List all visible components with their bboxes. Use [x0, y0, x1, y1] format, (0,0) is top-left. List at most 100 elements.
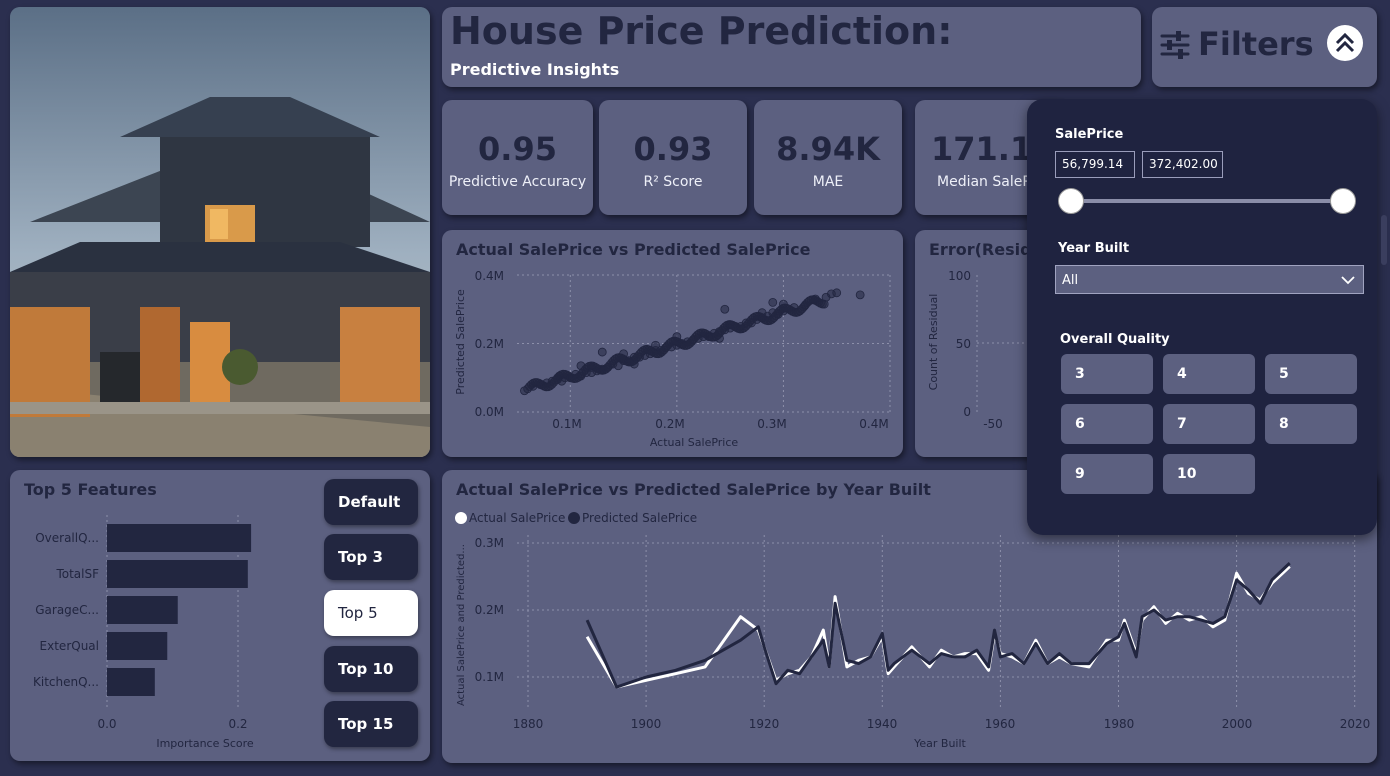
scatter-chart-card: Actual SalePrice vs Predicted SalePrice …	[442, 230, 903, 457]
year-built-dropdown-value: All	[1062, 273, 1079, 288]
scatter-ytick: 0.4M	[475, 269, 504, 283]
overall-quality-filter-label: Overall Quality	[1060, 332, 1170, 347]
feature-label: GarageC...	[35, 603, 99, 617]
sliders-icon	[1160, 31, 1190, 59]
feature-label: ExterQual	[40, 639, 99, 653]
chevron-double-up-icon	[1335, 32, 1355, 53]
scatter-point	[855, 290, 865, 300]
scatter-point	[832, 288, 842, 298]
line-xtick: 2020	[1340, 717, 1371, 731]
kpi-label: Predictive Accuracy	[448, 174, 587, 190]
kpi-label: R² Score	[643, 174, 703, 190]
house-photo	[10, 7, 430, 457]
legend-actual-marker	[455, 512, 467, 524]
feature-bar	[107, 560, 248, 588]
actual-saleprice-line	[585, 565, 1291, 689]
top-15-button[interactable]: Top 15	[324, 701, 418, 747]
house-illustration	[10, 7, 430, 457]
quality-option-7[interactable]: 7	[1163, 404, 1255, 444]
quality-option-10[interactable]: 10	[1163, 454, 1255, 494]
kpi-card-mae: 8.94K MAE	[754, 100, 902, 215]
scatter-point	[768, 298, 778, 307]
quality-option-5[interactable]: 5	[1265, 354, 1357, 394]
saleprice-slider-max-handle[interactable]	[1330, 188, 1356, 214]
kpi-value: 0.95	[478, 130, 557, 168]
bar-xtick: 0.0	[97, 717, 116, 731]
line-xtick: 1880	[513, 717, 544, 731]
default-features-button[interactable]: Default	[324, 479, 418, 525]
scatter-xtick: 0.3M	[757, 417, 786, 431]
line-ytick: 0.1M	[475, 670, 504, 684]
saleprice-max-input[interactable]: 372,402.00	[1142, 151, 1223, 178]
residual-ytick: 100	[948, 269, 971, 283]
bar-xlabel: Importance Score	[156, 737, 254, 750]
bar-xtick: 0.2	[228, 717, 247, 731]
line-ytick: 0.2M	[475, 603, 504, 617]
feature-bar	[107, 524, 252, 552]
scatter-chart: 0.0M 0.2M 0.4M 0.1M 0.2M 0.3M 0.4M Actua…	[454, 269, 891, 449]
chevron-down-icon	[1341, 276, 1355, 285]
page-title: House Price Prediction:	[450, 9, 953, 53]
kpi-card-accuracy: 0.95 Predictive Accuracy	[442, 100, 593, 215]
filter-panel: SalePrice 56,799.14 372,402.00 Year Buil…	[1027, 99, 1377, 535]
line-xlabel: Year Built	[913, 737, 966, 750]
line-xtick: 1940	[867, 717, 898, 731]
quality-option-9[interactable]: 9	[1061, 454, 1153, 494]
kpi-label: MAE	[812, 174, 844, 190]
scatter-xtick: 0.1M	[552, 417, 581, 431]
header-card: House Price Prediction: Predictive Insig…	[442, 7, 1141, 87]
year-built-filter-label: Year Built	[1058, 241, 1130, 256]
feature-label: OverallQ...	[35, 531, 99, 545]
feature-label: TotalSF	[55, 567, 99, 581]
kpi-card-r2: 0.93 R² Score	[599, 100, 747, 215]
residual-xtick: -50	[983, 417, 1003, 431]
line-xtick: 1960	[985, 717, 1016, 731]
line-xtick: 1920	[749, 717, 780, 731]
line-ytick: 0.3M	[475, 536, 504, 550]
residual-ytick: 0	[963, 405, 971, 419]
filters-label: Filters	[1198, 25, 1314, 63]
quality-option-4[interactable]: 4	[1163, 354, 1255, 394]
saleprice-slider-track[interactable]	[1072, 199, 1344, 203]
feature-label: KitchenQ...	[33, 675, 99, 689]
feature-bar	[107, 632, 168, 660]
scatter-point	[720, 304, 730, 314]
legend-predicted-marker	[568, 512, 580, 524]
scatter-ylabel: Predicted SalePrice	[454, 289, 467, 395]
line-xtick: 2000	[1222, 717, 1253, 731]
legend-actual-label: Actual SalePrice	[469, 511, 565, 525]
quality-option-6[interactable]: 6	[1061, 404, 1153, 444]
scrollbar[interactable]	[1381, 215, 1387, 265]
feature-bar	[107, 668, 155, 696]
saleprice-min-input[interactable]: 56,799.14	[1055, 151, 1135, 178]
scatter-point	[819, 299, 829, 309]
scatter-xtick: 0.2M	[655, 417, 684, 431]
kpi-value: 0.93	[633, 130, 713, 168]
top-3-button[interactable]: Top 3	[324, 534, 418, 580]
scatter-xtick: 0.4M	[859, 417, 888, 431]
residual-ytick: 50	[956, 337, 971, 351]
legend-predicted-label: Predicted SalePrice	[582, 511, 697, 525]
scatter-ytick: 0.2M	[475, 337, 504, 351]
scatter-point	[597, 347, 607, 357]
line-xtick: 1980	[1104, 717, 1135, 731]
residual-ylabel: Count of Residual	[927, 294, 940, 391]
quality-option-3[interactable]: 3	[1061, 354, 1153, 394]
feature-importance-chart: OverallQ... TotalSF GarageC... ExterQual Kit…	[33, 515, 254, 750]
top-5-button[interactable]: Top 5	[324, 590, 418, 636]
kpi-value: 8.94K	[776, 130, 880, 168]
line-ylabel: Actual SalePrice and Predicted...	[456, 544, 467, 706]
filters-header[interactable]: Filters	[1152, 7, 1377, 87]
scatter-xlabel: Actual SalePrice	[650, 436, 739, 449]
top-10-button[interactable]: Top 10	[324, 646, 418, 692]
feature-bar	[107, 596, 178, 624]
year-built-dropdown[interactable]: All	[1055, 265, 1364, 294]
scatter-ytick: 0.0M	[475, 405, 504, 419]
collapse-filters-button[interactable]	[1327, 25, 1363, 61]
features-chart-card: Top 5 Features OverallQ... TotalSF GarageC…	[10, 470, 430, 761]
saleprice-slider-min-handle[interactable]	[1058, 188, 1084, 214]
quality-option-8[interactable]: 8	[1265, 404, 1357, 444]
saleprice-filter-label: SalePrice	[1055, 127, 1124, 142]
line-xtick: 1900	[631, 717, 662, 731]
page-subtitle: Predictive Insights	[450, 60, 620, 79]
